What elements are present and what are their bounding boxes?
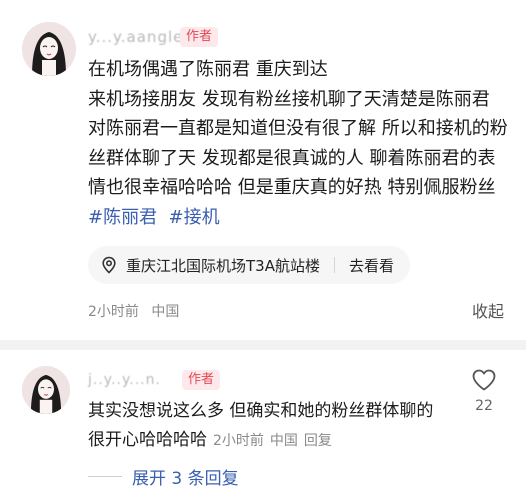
- location-pin-icon: [100, 256, 118, 274]
- post-card: y...y.aangle 作者 在机场偶遇了陈丽君 重庆到达 来机场接朋友 发现…: [0, 0, 526, 340]
- like-count: 22: [475, 398, 493, 414]
- section-divider: [0, 340, 526, 350]
- post-body-paragraph: 来机场接朋友 发现有粉丝接机聊了天清楚是陈丽君 对陈丽君一直都是知道但没有很了解…: [88, 85, 508, 233]
- comment-region: 中国: [269, 433, 298, 449]
- post-meta: 2小时前 中国: [88, 301, 179, 321]
- location-name: 重庆江北国际机场T3A航站楼: [126, 256, 320, 275]
- expand-replies-button[interactable]: 展开 3 条回复: [88, 464, 239, 489]
- hashtag-link[interactable]: #接机: [169, 207, 220, 228]
- post-title-line: 在机场偶遇了陈丽君 重庆到达: [88, 59, 328, 80]
- reply-button[interactable]: 回复: [304, 433, 332, 449]
- post-region: 中国: [151, 304, 180, 320]
- post-body-text: 来机场接朋友 发现有粉丝接机聊了天清楚是陈丽君 对陈丽君一直都是知道但没有很了解…: [88, 88, 508, 199]
- expand-replies-label: 展开 3 条回复: [132, 469, 239, 489]
- post-username[interactable]: y...y.aangle: [88, 28, 183, 46]
- location-pill[interactable]: 重庆江北国际机场T3A航站楼 去看看: [88, 246, 410, 284]
- post-body: 在机场偶遇了陈丽君 重庆到达 来机场接朋友 发现有粉丝接机聊了天清楚是陈丽君 对…: [88, 55, 508, 232]
- location-divider: [333, 257, 335, 273]
- avatar[interactable]: [22, 366, 70, 414]
- avatar[interactable]: [22, 22, 76, 76]
- heart-outline-icon: [472, 369, 496, 391]
- expand-line: [88, 476, 122, 477]
- author-badge: 作者: [182, 370, 221, 390]
- hashtag-link[interactable]: #陈丽君: [88, 207, 157, 228]
- comment-meta: 2小时前 中国 回复: [213, 433, 332, 449]
- comment-username[interactable]: j..y..y...n.: [88, 372, 161, 388]
- like-button[interactable]: 22: [466, 368, 502, 414]
- post-time: 2小时前: [88, 304, 139, 320]
- comment-item: j..y..y...n. 作者 其实没想说这么多 但确实和她的粉丝群体聊的很开心…: [0, 350, 526, 500]
- author-badge: 作者: [180, 27, 219, 47]
- location-action-link[interactable]: 去看看: [349, 255, 394, 276]
- comment-body[interactable]: 其实没想说这么多 但确实和她的粉丝群体聊的很开心哈哈哈哈 2小时前 中国 回复: [88, 397, 448, 456]
- collapse-button[interactable]: 收起: [472, 298, 504, 322]
- comment-time: 2小时前: [213, 433, 264, 449]
